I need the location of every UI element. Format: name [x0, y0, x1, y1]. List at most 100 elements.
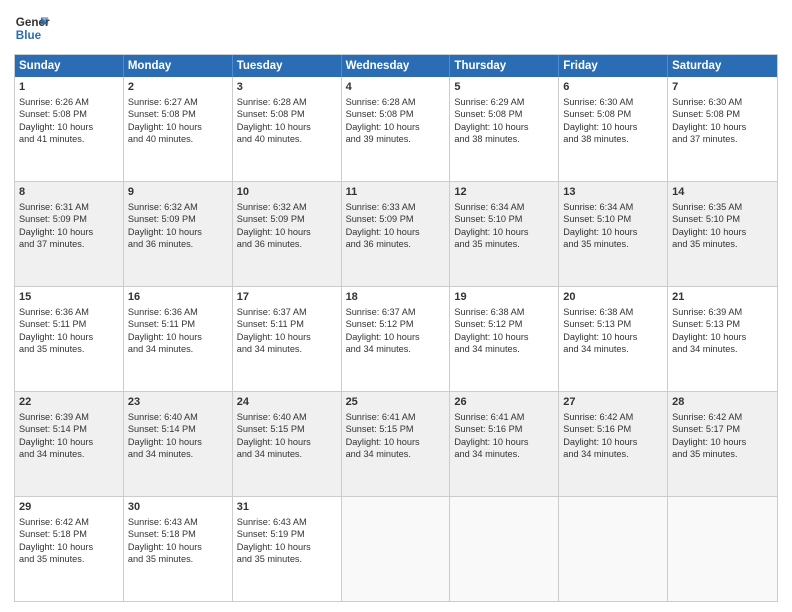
day-detail: Sunset: 5:08 PM	[563, 108, 663, 120]
calendar-header: SundayMondayTuesdayWednesdayThursdayFrid…	[15, 55, 777, 77]
calendar-cell: 24Sunrise: 6:40 AMSunset: 5:15 PMDayligh…	[233, 392, 342, 496]
day-detail: and 36 minutes.	[346, 238, 446, 250]
day-number: 27	[563, 395, 663, 410]
weekday-header: Monday	[124, 55, 233, 77]
day-detail: Sunrise: 6:32 AM	[128, 201, 228, 213]
calendar-cell: 28Sunrise: 6:42 AMSunset: 5:17 PMDayligh…	[668, 392, 777, 496]
calendar-cell: 27Sunrise: 6:42 AMSunset: 5:16 PMDayligh…	[559, 392, 668, 496]
calendar-cell: 26Sunrise: 6:41 AMSunset: 5:16 PMDayligh…	[450, 392, 559, 496]
day-number: 14	[672, 185, 773, 200]
calendar-row: 29Sunrise: 6:42 AMSunset: 5:18 PMDayligh…	[15, 497, 777, 601]
calendar-cell: 18Sunrise: 6:37 AMSunset: 5:12 PMDayligh…	[342, 287, 451, 391]
day-detail: Sunrise: 6:26 AM	[19, 96, 119, 108]
day-number: 13	[563, 185, 663, 200]
calendar-cell: 2Sunrise: 6:27 AMSunset: 5:08 PMDaylight…	[124, 77, 233, 181]
calendar-cell	[559, 497, 668, 601]
day-detail: and 40 minutes.	[237, 133, 337, 145]
day-number: 18	[346, 290, 446, 305]
day-detail: Sunrise: 6:43 AM	[237, 516, 337, 528]
day-detail: Sunset: 5:14 PM	[19, 423, 119, 435]
day-detail: Sunrise: 6:38 AM	[563, 306, 663, 318]
day-detail: and 35 minutes.	[19, 343, 119, 355]
day-number: 23	[128, 395, 228, 410]
day-number: 29	[19, 500, 119, 515]
day-detail: and 38 minutes.	[563, 133, 663, 145]
page-header: General Blue	[14, 10, 778, 46]
calendar-cell: 20Sunrise: 6:38 AMSunset: 5:13 PMDayligh…	[559, 287, 668, 391]
day-detail: Sunrise: 6:41 AM	[454, 411, 554, 423]
weekday-header: Tuesday	[233, 55, 342, 77]
day-detail: and 36 minutes.	[237, 238, 337, 250]
day-detail: Sunrise: 6:43 AM	[128, 516, 228, 528]
weekday-header: Sunday	[15, 55, 124, 77]
day-detail: Sunset: 5:08 PM	[19, 108, 119, 120]
day-number: 31	[237, 500, 337, 515]
day-number: 11	[346, 185, 446, 200]
day-detail: and 36 minutes.	[128, 238, 228, 250]
day-detail: and 35 minutes.	[672, 238, 773, 250]
day-number: 12	[454, 185, 554, 200]
day-detail: Sunset: 5:10 PM	[454, 213, 554, 225]
day-detail: Sunset: 5:11 PM	[19, 318, 119, 330]
day-detail: and 34 minutes.	[563, 448, 663, 460]
weekday-header: Saturday	[668, 55, 777, 77]
day-detail: and 35 minutes.	[563, 238, 663, 250]
day-detail: Sunrise: 6:39 AM	[672, 306, 773, 318]
calendar-cell	[450, 497, 559, 601]
day-detail: Daylight: 10 hours	[237, 331, 337, 343]
day-number: 2	[128, 80, 228, 95]
day-detail: Daylight: 10 hours	[346, 331, 446, 343]
day-detail: Daylight: 10 hours	[19, 121, 119, 133]
day-detail: Daylight: 10 hours	[19, 226, 119, 238]
day-detail: Sunset: 5:18 PM	[19, 528, 119, 540]
calendar-row: 22Sunrise: 6:39 AMSunset: 5:14 PMDayligh…	[15, 392, 777, 497]
day-detail: Daylight: 10 hours	[346, 121, 446, 133]
calendar-cell: 15Sunrise: 6:36 AMSunset: 5:11 PMDayligh…	[15, 287, 124, 391]
day-detail: and 34 minutes.	[346, 448, 446, 460]
day-detail: Daylight: 10 hours	[19, 331, 119, 343]
calendar-cell: 23Sunrise: 6:40 AMSunset: 5:14 PMDayligh…	[124, 392, 233, 496]
day-number: 19	[454, 290, 554, 305]
day-detail: Sunset: 5:09 PM	[346, 213, 446, 225]
day-number: 28	[672, 395, 773, 410]
day-detail: Daylight: 10 hours	[672, 436, 773, 448]
calendar-cell: 16Sunrise: 6:36 AMSunset: 5:11 PMDayligh…	[124, 287, 233, 391]
day-number: 7	[672, 80, 773, 95]
calendar-cell: 7Sunrise: 6:30 AMSunset: 5:08 PMDaylight…	[668, 77, 777, 181]
day-detail: Daylight: 10 hours	[563, 121, 663, 133]
day-detail: and 35 minutes.	[19, 553, 119, 565]
day-detail: Sunset: 5:09 PM	[19, 213, 119, 225]
day-detail: Sunrise: 6:38 AM	[454, 306, 554, 318]
day-detail: Sunset: 5:18 PM	[128, 528, 228, 540]
day-detail: and 34 minutes.	[19, 448, 119, 460]
day-detail: Sunset: 5:16 PM	[454, 423, 554, 435]
day-detail: Sunset: 5:15 PM	[346, 423, 446, 435]
day-detail: Daylight: 10 hours	[454, 226, 554, 238]
day-detail: and 34 minutes.	[128, 448, 228, 460]
day-number: 9	[128, 185, 228, 200]
day-number: 30	[128, 500, 228, 515]
day-detail: and 37 minutes.	[19, 238, 119, 250]
day-detail: Sunset: 5:16 PM	[563, 423, 663, 435]
day-detail: Sunset: 5:09 PM	[237, 213, 337, 225]
calendar-row: 1Sunrise: 6:26 AMSunset: 5:08 PMDaylight…	[15, 77, 777, 182]
day-number: 24	[237, 395, 337, 410]
day-detail: and 37 minutes.	[672, 133, 773, 145]
day-detail: and 34 minutes.	[237, 448, 337, 460]
day-detail: and 34 minutes.	[346, 343, 446, 355]
day-detail: and 41 minutes.	[19, 133, 119, 145]
day-detail: and 34 minutes.	[454, 448, 554, 460]
day-number: 26	[454, 395, 554, 410]
day-detail: Sunset: 5:13 PM	[672, 318, 773, 330]
day-detail: Daylight: 10 hours	[346, 436, 446, 448]
day-detail: Sunrise: 6:40 AM	[128, 411, 228, 423]
day-detail: Daylight: 10 hours	[128, 121, 228, 133]
day-detail: Daylight: 10 hours	[454, 436, 554, 448]
day-number: 8	[19, 185, 119, 200]
day-detail: Sunrise: 6:36 AM	[19, 306, 119, 318]
calendar-cell: 25Sunrise: 6:41 AMSunset: 5:15 PMDayligh…	[342, 392, 451, 496]
day-detail: Sunset: 5:08 PM	[672, 108, 773, 120]
day-detail: Sunrise: 6:39 AM	[19, 411, 119, 423]
day-detail: and 40 minutes.	[128, 133, 228, 145]
day-detail: Daylight: 10 hours	[128, 226, 228, 238]
